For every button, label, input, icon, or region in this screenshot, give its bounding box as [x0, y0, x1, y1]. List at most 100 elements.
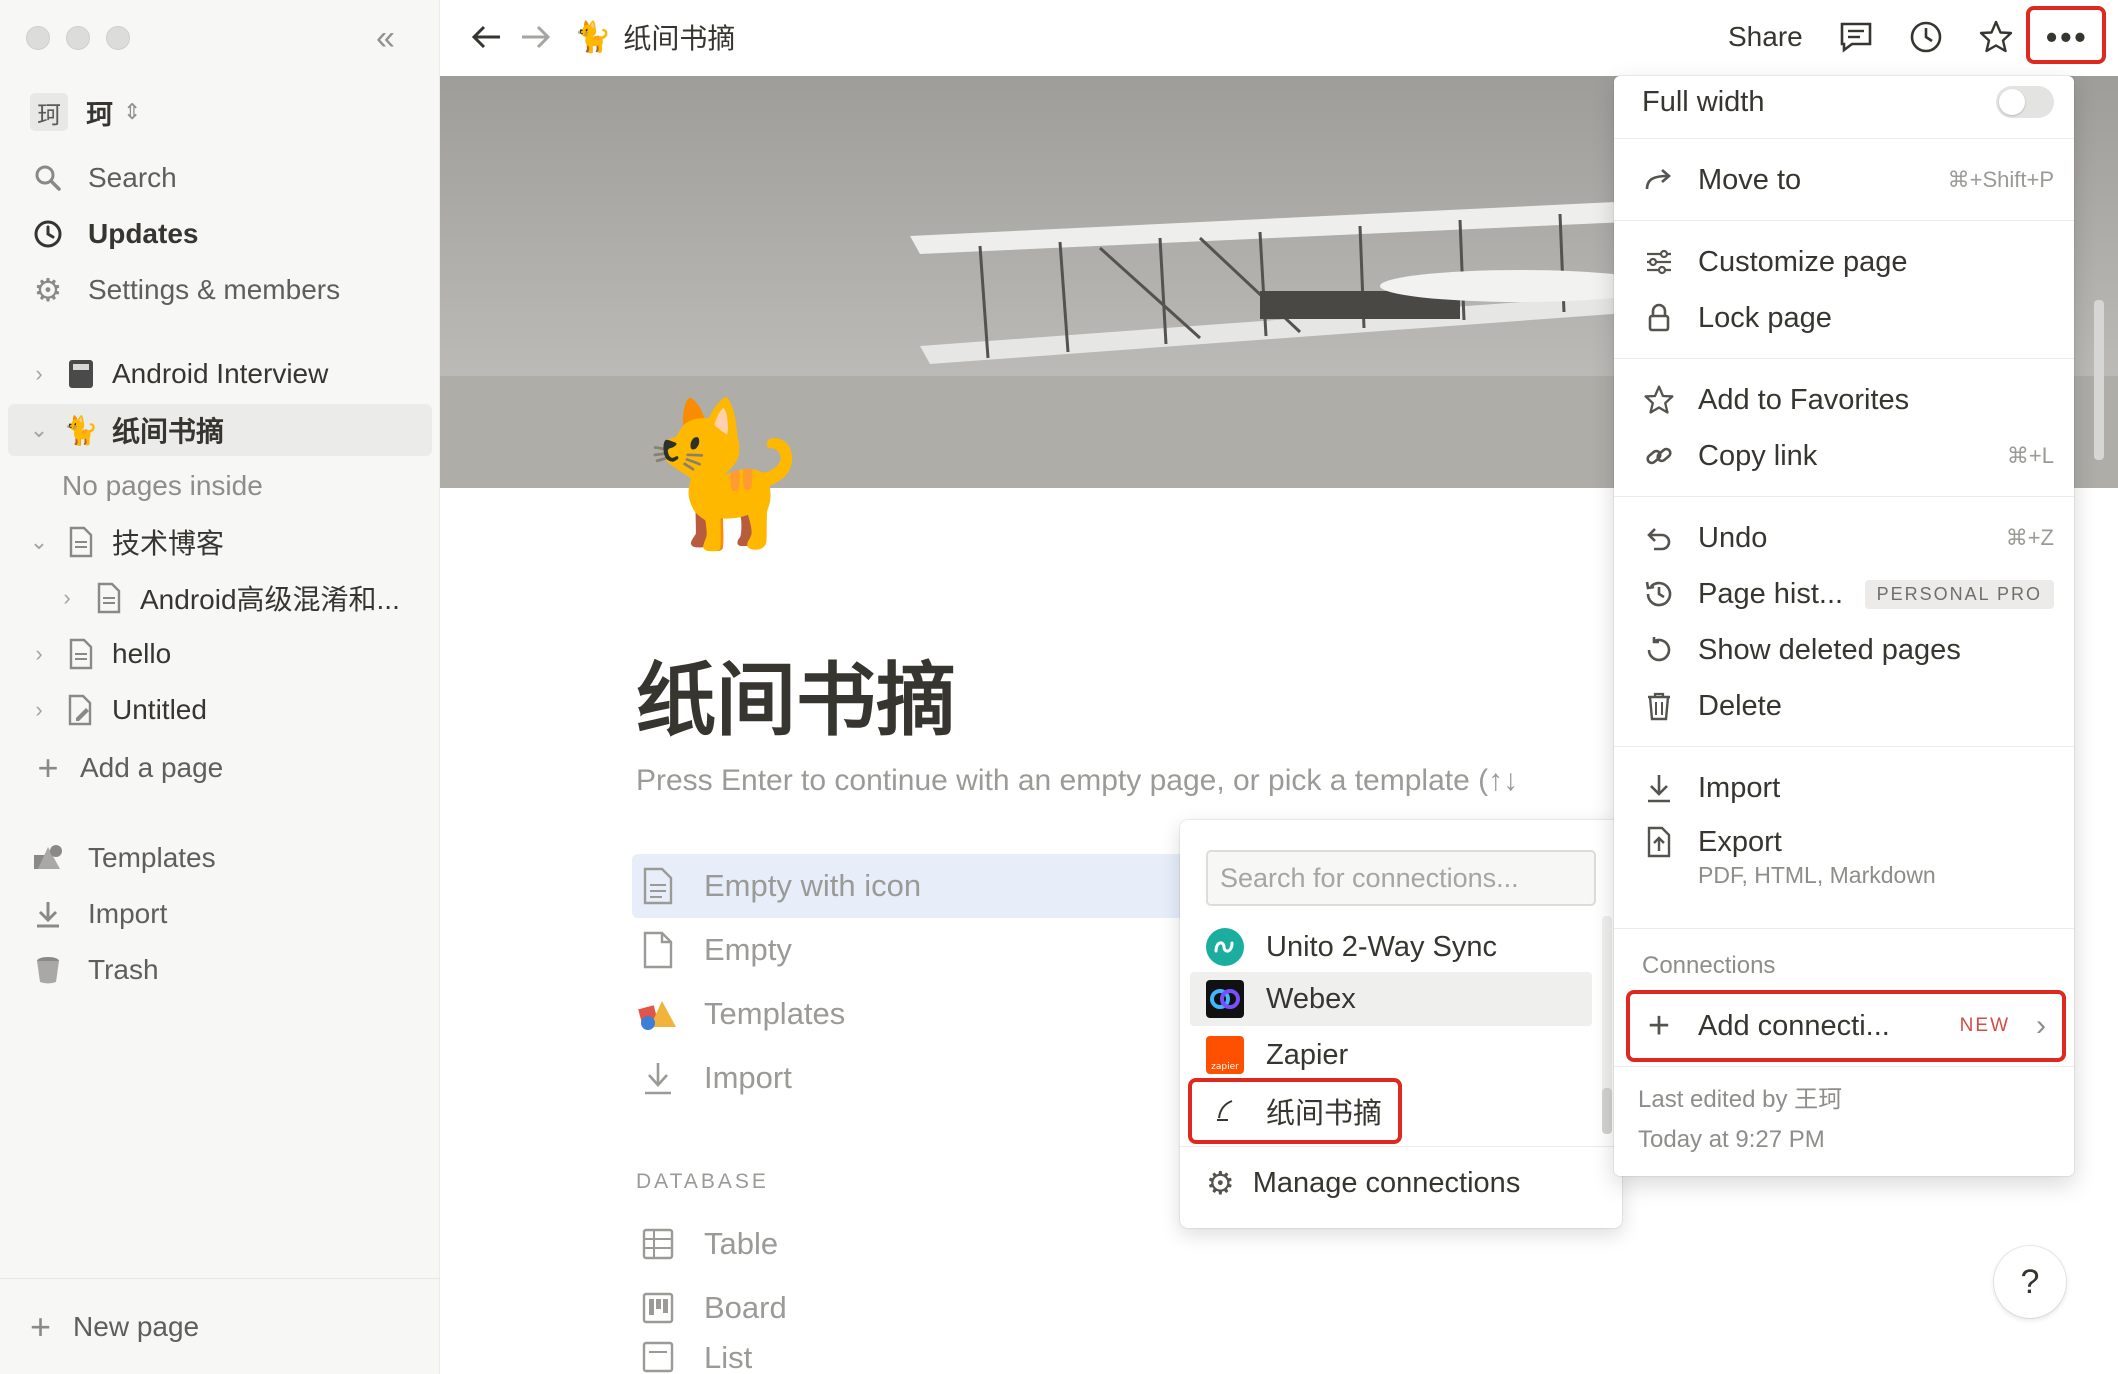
sidebar-settings[interactable]: ⚙ Settings & members	[30, 268, 340, 312]
sidebar-page-label: hello	[112, 638, 172, 669]
database-table[interactable]: Table	[632, 1212, 1192, 1276]
top-bar: 🐈 纸间书摘 Share •••	[440, 0, 2118, 76]
full-width-toggle[interactable]	[1996, 86, 2054, 118]
board-icon	[636, 1291, 680, 1325]
window-zoom-button[interactable]	[106, 26, 130, 50]
forward-arrow-icon[interactable]	[518, 14, 552, 60]
chevron-down-icon[interactable]: ⌄	[28, 417, 50, 443]
shortcut: ⌘+L	[2006, 443, 2054, 468]
database-label: Board	[704, 1290, 787, 1325]
manage-connections-button[interactable]: ⚙ Manage connections	[1206, 1164, 1520, 1202]
connection-webex[interactable]: Webex	[1190, 972, 1592, 1026]
menu-label: Import	[1698, 771, 1781, 804]
template-empty[interactable]: Empty	[632, 918, 1192, 982]
sidebar-trash[interactable]: Trash	[30, 948, 159, 992]
template-import[interactable]: Import	[632, 1046, 1192, 1110]
connections-search-input[interactable]	[1206, 850, 1596, 906]
sidebar-page-android-advanced[interactable]: › Android高级混淆和...	[56, 572, 400, 624]
search-icon	[30, 164, 66, 192]
connections-popup: Unito 2-Way Sync Webex zapier Zapier 纸间书…	[1180, 820, 1622, 1228]
chevron-right-icon[interactable]: ›	[28, 361, 50, 387]
new-page-button[interactable]: + New page	[30, 1306, 199, 1348]
lock-icon	[1642, 303, 1676, 333]
sidebar-page-android-interview[interactable]: › Android Interview	[28, 348, 328, 400]
window-minimize-button[interactable]	[66, 26, 90, 50]
menu-page-history[interactable]: Page hist... PERSONAL PRO	[1642, 568, 2054, 620]
workspace-avatar: 珂	[30, 93, 68, 131]
collapse-sidebar-icon[interactable]: «	[376, 18, 395, 58]
notebook-icon	[64, 358, 98, 390]
menu-copy-link[interactable]: Copy link ⌘+L	[1642, 430, 2054, 482]
sidebar-page-hello[interactable]: › hello	[28, 628, 171, 680]
menu-customize-page[interactable]: Customize page	[1642, 236, 2054, 288]
menu-scrollbar[interactable]	[2094, 300, 2104, 460]
workspace-switcher[interactable]: 珂 珂 ⇕	[30, 92, 141, 132]
window-close-button[interactable]	[26, 26, 50, 50]
page-title[interactable]: 纸间书摘	[636, 636, 956, 752]
export-file-icon	[1642, 826, 1676, 858]
menu-show-deleted[interactable]: Show deleted pages	[1642, 624, 2054, 676]
menu-move-to[interactable]: Move to ⌘+Shift+P	[1642, 154, 2054, 206]
breadcrumb[interactable]: 🐈 纸间书摘	[574, 14, 735, 60]
shortcut: ⌘+Shift+P	[1947, 167, 2054, 192]
no-pages-label: No pages inside	[62, 470, 263, 501]
chevron-right-icon[interactable]: ›	[28, 697, 50, 723]
page-icon	[636, 867, 680, 905]
star-icon[interactable]	[1978, 14, 2014, 60]
template-label: Import	[704, 1060, 792, 1095]
chevron-right-icon[interactable]: ›	[56, 585, 78, 611]
sidebar-page-untitled[interactable]: › Untitled	[28, 684, 207, 736]
menu-full-width[interactable]: Full width	[1642, 76, 2054, 128]
menu-lock-page[interactable]: Lock page	[1642, 292, 2054, 344]
template-empty-with-icon[interactable]: Empty with icon	[632, 854, 1192, 918]
template-label: Empty	[704, 932, 792, 967]
webex-logo-icon	[1206, 980, 1244, 1018]
database-board[interactable]: Board	[632, 1276, 1192, 1340]
download-icon	[636, 1060, 680, 1096]
shapes-icon	[30, 843, 66, 873]
connection-zapier[interactable]: zapier Zapier	[1190, 1028, 1592, 1082]
help-button[interactable]: ?	[1994, 1246, 2066, 1318]
template-hint: Press Enter to continue with an empty pa…	[636, 764, 1519, 797]
comment-icon[interactable]	[1838, 14, 1874, 60]
sidebar-add-page[interactable]: + Add a page	[30, 746, 223, 790]
menu-delete[interactable]: Delete	[1642, 680, 2054, 732]
sidebar-templates[interactable]: Templates	[30, 836, 216, 880]
history-clock-icon[interactable]	[1908, 14, 1944, 60]
edit-page-icon	[64, 694, 98, 726]
sidebar-page-tech-blog[interactable]: ⌄ 技术博客	[28, 516, 224, 568]
chevron-up-down-icon: ⇕	[123, 99, 142, 124]
undo-icon	[1642, 525, 1676, 551]
divider	[1614, 746, 2074, 747]
divider	[1614, 138, 2074, 139]
new-page-label: New page	[73, 1311, 200, 1342]
database-list[interactable]: List	[632, 1340, 1192, 1374]
blank-page-icon	[636, 931, 680, 969]
download-icon	[1642, 772, 1676, 804]
shortcut: ⌘+Z	[2005, 525, 2054, 550]
back-arrow-icon[interactable]	[470, 14, 504, 60]
manage-connections-label: Manage connections	[1252, 1166, 1521, 1199]
menu-export[interactable]: Export	[1642, 816, 2054, 868]
sidebar-updates[interactable]: Updates	[30, 212, 198, 256]
menu-undo[interactable]: Undo ⌘+Z	[1642, 512, 2054, 564]
sidebar-search[interactable]: Search	[30, 156, 177, 200]
chevron-down-icon[interactable]: ⌄	[28, 529, 50, 555]
sidebar-page-label: 纸间书摘	[112, 416, 225, 447]
star-icon	[1642, 384, 1676, 416]
template-label: Empty with icon	[704, 868, 922, 903]
sidebar: « 珂 珂 ⇕ Search Updates ⚙ Settings & memb…	[0, 0, 440, 1374]
share-button[interactable]: Share	[1728, 14, 1803, 60]
sidebar-search-label: Search	[88, 162, 177, 193]
connections-scrollbar-thumb[interactable]	[1602, 1088, 1612, 1134]
sidebar-page-zhijian[interactable]: ⌄ 🐈 纸间书摘	[8, 404, 432, 456]
menu-add-favorites[interactable]: Add to Favorites	[1642, 374, 2054, 426]
page-emoji-icon[interactable]: 🐈	[636, 404, 810, 544]
chevron-right-icon[interactable]: ›	[28, 641, 50, 667]
menu-import[interactable]: Import	[1642, 762, 2054, 814]
zapier-logo-text: zapier	[1211, 1062, 1239, 1072]
connection-unito[interactable]: Unito 2-Way Sync	[1190, 920, 1592, 974]
shapes-icon	[636, 997, 680, 1031]
template-templates[interactable]: Templates	[632, 982, 1192, 1046]
sidebar-import[interactable]: Import	[30, 892, 167, 936]
